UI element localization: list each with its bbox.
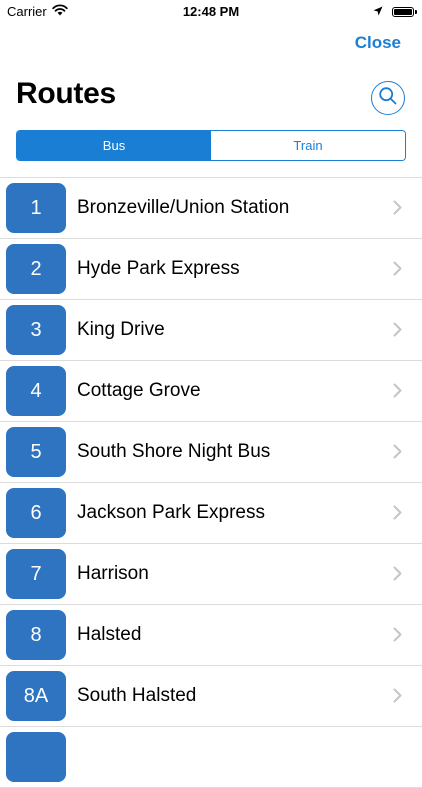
chevron-right-icon (393, 261, 402, 281)
route-list: 1 Bronzeville/Union Station 2 Hyde Park … (0, 177, 422, 788)
route-name: Cottage Grove (77, 380, 201, 401)
route-number-badge: 1 (6, 183, 66, 233)
route-row-5[interactable]: 5 South Shore Night Bus (0, 422, 422, 483)
route-name: South Halsted (77, 685, 197, 706)
route-name: South Shore Night Bus (77, 441, 271, 462)
search-button[interactable] (371, 81, 405, 115)
route-row-1[interactable]: 1 Bronzeville/Union Station (0, 178, 422, 239)
transit-mode-segmented-control: Bus Train (16, 130, 406, 161)
chevron-right-icon (393, 322, 402, 342)
route-number-badge (6, 732, 66, 782)
search-icon (378, 86, 398, 111)
route-number-badge: 5 (6, 427, 66, 477)
route-name: King Drive (77, 319, 165, 340)
route-row-7[interactable]: 7 Harrison (0, 544, 422, 605)
status-bar: Carrier 12:48 PM (0, 0, 422, 22)
status-right-group (373, 4, 417, 19)
route-name: Bronzeville/Union Station (77, 197, 290, 218)
segment-bus[interactable]: Bus (17, 131, 211, 160)
route-row-partial[interactable] (0, 727, 422, 788)
route-name: Halsted (77, 624, 142, 645)
route-number-badge: 7 (6, 549, 66, 599)
route-row-6[interactable]: 6 Jackson Park Express (0, 483, 422, 544)
location-arrow-icon (373, 4, 383, 19)
route-row-8[interactable]: 8 Halsted (0, 605, 422, 666)
route-number-badge: 8 (6, 610, 66, 660)
route-name: Harrison (77, 563, 149, 584)
route-row-4[interactable]: 4 Cottage Grove (0, 361, 422, 422)
chevron-right-icon (393, 627, 402, 647)
chevron-right-icon (393, 688, 402, 708)
route-row-3[interactable]: 3 King Drive (0, 300, 422, 361)
route-row-8a[interactable]: 8A South Halsted (0, 666, 422, 727)
route-number-badge: 8A (6, 671, 66, 721)
battery-icon (392, 6, 417, 17)
route-number-badge: 2 (6, 244, 66, 294)
chevron-right-icon (393, 200, 402, 220)
chevron-right-icon (393, 505, 402, 525)
close-button[interactable]: Close (355, 33, 401, 53)
status-time: 12:48 PM (182, 4, 240, 19)
route-number-badge: 3 (6, 305, 66, 355)
page-title: Routes (16, 77, 116, 110)
route-number-badge: 4 (6, 366, 66, 416)
route-row-2[interactable]: 2 Hyde Park Express (0, 239, 422, 300)
chevron-right-icon (393, 566, 402, 586)
chevron-right-icon (393, 444, 402, 464)
route-number-badge: 6 (6, 488, 66, 538)
route-name: Hyde Park Express (77, 258, 240, 279)
route-name: Jackson Park Express (77, 502, 265, 523)
segment-train[interactable]: Train (211, 131, 405, 160)
chevron-right-icon (393, 383, 402, 403)
